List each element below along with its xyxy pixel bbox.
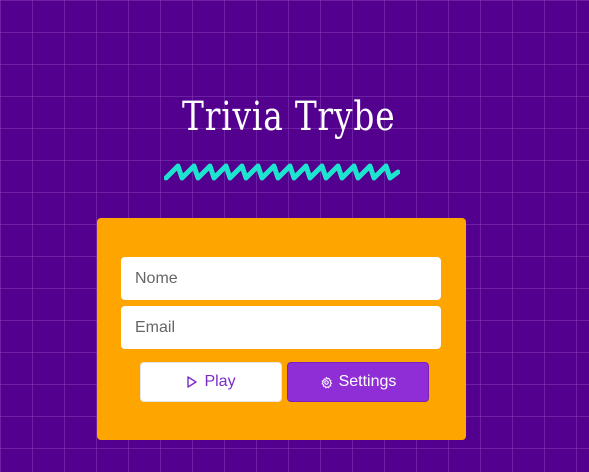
logo-wave-underline — [164, 163, 400, 181]
email-input[interactable] — [121, 306, 441, 349]
login-card: Play Settings — [97, 218, 466, 440]
settings-button-label: Settings — [338, 373, 397, 390]
logo-title: Trivia Trybe — [182, 94, 396, 140]
settings-button[interactable]: Settings — [287, 362, 429, 402]
play-button-label: Play — [204, 373, 236, 390]
play-button[interactable]: Play — [140, 362, 282, 402]
trivia-trybe-logo: Trivia Trybe — [160, 90, 405, 190]
gear-icon — [320, 376, 333, 389]
name-input[interactable] — [121, 257, 441, 300]
play-icon — [186, 376, 198, 388]
